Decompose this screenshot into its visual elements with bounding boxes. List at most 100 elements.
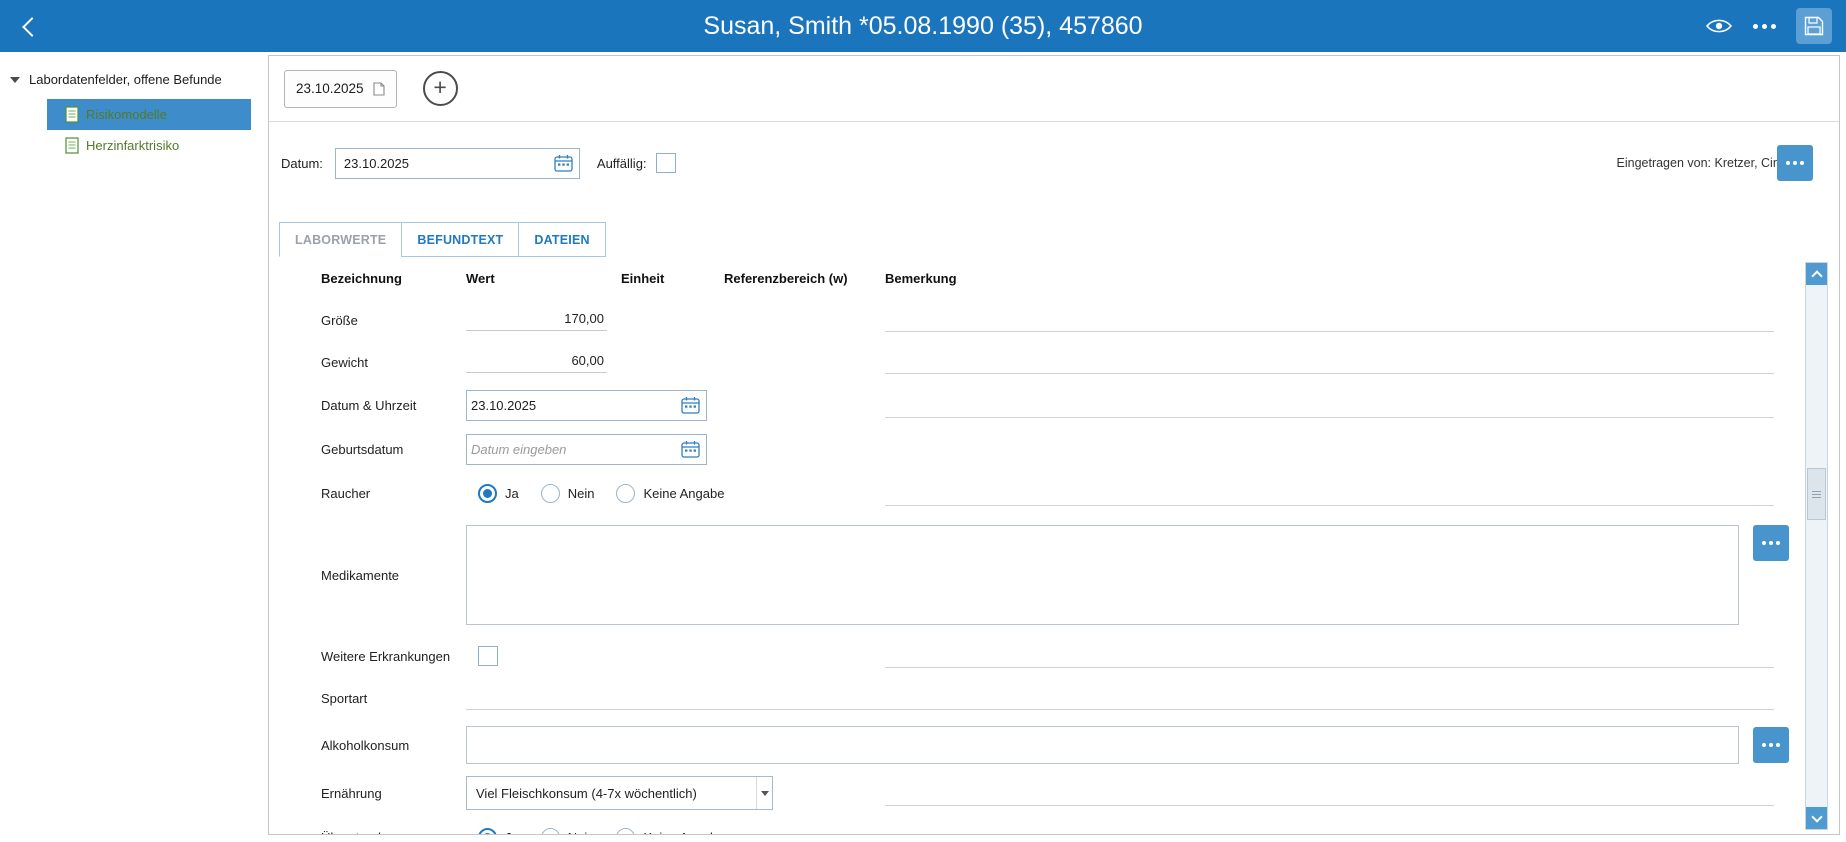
ueberstunden-radio-group: Ja Nein Keine Angabe [478,827,746,834]
datum-input[interactable] [339,155,550,171]
alkoholkonsum-field [466,726,1739,764]
sidebar-item-label: Risikomodelle [86,107,167,122]
calendar-button[interactable] [677,440,706,458]
sidebar-item-herzinfarktrisiko[interactable]: Herzinfarktrisiko [47,130,251,161]
floppy-disk-icon [1804,16,1824,36]
table-header-row: Bezeichnung Wert Einheit Referenzbereich… [321,257,1774,299]
alkoholkonsum-input[interactable] [467,727,1738,763]
table-row-groesse: Größe 170,00 [321,299,1774,341]
plus-icon: + [433,74,447,100]
medikamente-more-button[interactable] [1753,525,1789,561]
table-row-ernaehrung: Ernährung Viel Fleischkonsum (4-7x wöche… [321,771,1774,815]
table-row-geburtsdatum: Geburtsdatum [321,427,1774,471]
geburtsdatum-input[interactable] [467,441,677,457]
row-label: Ernährung [321,785,382,801]
bemerkung-field[interactable] [885,667,1774,668]
back-button[interactable] [16,14,42,40]
col-header-referenzbereich: Referenzbereich (w) [724,270,848,286]
alkoholkonsum-more-button[interactable] [1753,727,1789,763]
chevron-down-icon [1810,810,1823,823]
table-row-alkoholkonsum: Alkoholkonsum [321,719,1789,771]
save-button[interactable] [1796,8,1832,44]
table-row-raucher: Raucher Ja Nein Keine Angabe [321,471,1774,515]
table-row-ueberstunden: Überstunden Ja Nein Keine Angabe [321,815,1774,835]
radio-ja[interactable] [478,483,497,503]
col-header-bezeichnung: Bezeichnung [321,270,402,286]
row-label: Überstunden [321,830,466,835]
medikamente-textarea[interactable] [467,526,1738,624]
chevron-down-icon [760,790,769,796]
gewicht-value-field[interactable]: 60,00 [466,351,607,373]
document-icon [65,106,79,123]
calendar-button[interactable] [550,154,579,172]
radio-nein[interactable] [540,827,560,834]
record-date-tab[interactable]: 23.10.2025 [284,69,397,108]
bemerkung-field[interactable] [885,417,1774,418]
bemerkung-field[interactable] [885,373,1774,374]
table-row-medikamente: Medikamente [321,515,1789,635]
sportart-field[interactable] [466,709,1774,710]
sidebar-item-label: Herzinfarktrisiko [86,138,180,153]
eye-icon [1705,19,1733,33]
row-label: Größe [321,312,358,328]
calendar-icon [681,397,700,414]
document-icon [65,137,79,154]
medikamente-field [466,525,1739,625]
bemerkung-field[interactable] [885,805,1774,806]
record-more-button[interactable] [1777,145,1813,181]
geburtsdatum-field [466,433,707,465]
auffaellig-checkbox[interactable] [655,153,676,173]
tree-root-labordatenfelder[interactable]: Labordatenfelder, offene Befunde [0,52,268,99]
scroll-up-button[interactable] [1806,263,1827,285]
add-record-button[interactable]: + [422,71,458,106]
table-row-datum-uhrzeit: Datum & Uhrzeit [321,383,1774,427]
table-row-sportart: Sportart [321,677,1774,719]
datum-uhrzeit-field [466,389,707,421]
collapse-arrow-icon [10,76,20,83]
grip-icon [1812,490,1821,492]
bemerkung-field[interactable] [885,505,1774,506]
calendar-button[interactable] [677,396,706,414]
radio-keine-angabe[interactable] [616,483,636,503]
calendar-icon [554,155,573,172]
ellipsis-icon [1786,161,1804,165]
raucher-radio-group: Ja Nein Keine Angabe [478,483,746,503]
row-label: Sportart [321,690,368,706]
record-tab-bar: 23.10.2025 + [269,56,1839,122]
datum-label: Datum: [281,155,323,171]
scrollbar-thumb[interactable] [1807,468,1826,520]
laborwerte-table: Bezeichnung Wert Einheit Referenzbereich… [269,257,1839,835]
radio-keine-angabe[interactable] [616,827,636,834]
ellipsis-icon [1762,743,1780,747]
bemerkung-field[interactable] [885,331,1774,332]
row-label: Medikamente [321,567,400,583]
row-label: Datum & Uhrzeit [321,397,417,413]
radio-nein[interactable] [540,483,560,503]
groesse-value-field[interactable]: 170,00 [466,309,607,331]
tab-dateien[interactable]: DATEIEN [518,222,606,257]
scroll-down-button[interactable] [1806,807,1827,829]
eye-button[interactable] [1705,17,1733,35]
col-header-wert: Wert [466,270,495,286]
ernaehrung-select[interactable]: Viel Fleischkonsum (4-7x wöchentlich) [466,776,773,810]
weitere-erkrankungen-checkbox[interactable] [478,646,498,666]
main-panel: 23.10.2025 + Datum: 23.10.2025 Auffällig… [268,55,1840,835]
table-row-gewicht: Gewicht 60,00 [321,341,1774,383]
title-bar: Susan, Smith *05.08.1990 (35), 457860 [0,0,1846,52]
col-header-einheit: Einheit [621,270,665,286]
sidebar-item-risikomodelle[interactable]: Risikomodelle [47,99,251,130]
ellipsis-icon [1753,23,1776,29]
row-label: Geburtsdatum [321,441,404,457]
radio-ja[interactable] [478,827,497,834]
table-row-weitere-erkrankungen: Weitere Erkrankungen [321,635,1774,677]
tab-befundtext[interactable]: BEFUNDTEXT [401,222,520,257]
row-label: Raucher [321,485,371,501]
vertical-scrollbar[interactable] [1805,262,1828,830]
dropdown-arrow[interactable] [756,777,772,809]
datum-field [334,147,580,179]
tab-laborwerte[interactable]: LABORWERTE [279,222,403,257]
datum-uhrzeit-input[interactable] [467,397,677,413]
more-menu-button[interactable] [1753,23,1776,29]
chevron-left-icon [22,17,42,37]
sidebar: Labordatenfelder, offene Befunde Risikom… [0,52,268,842]
